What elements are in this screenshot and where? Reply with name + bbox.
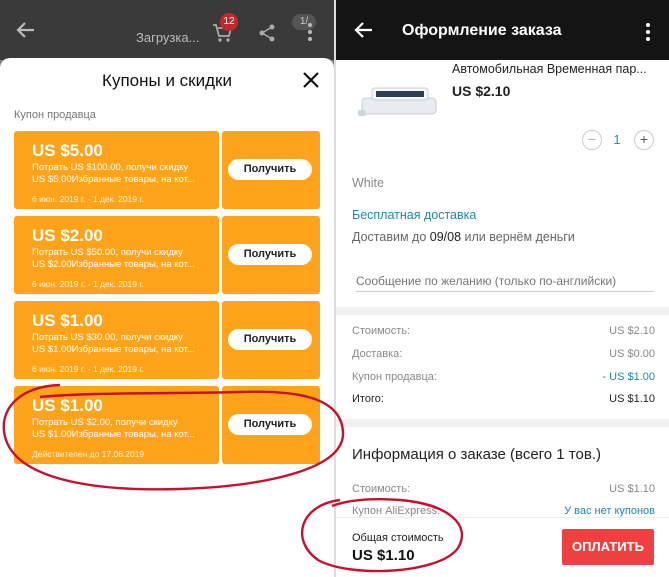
quantity-increase-button[interactable]: + <box>634 130 654 150</box>
pay-button[interactable]: ОПЛАТИТЬ <box>562 529 654 565</box>
delivery-label: Доставка: <box>352 348 403 360</box>
grand-total-value: US $1.10 <box>352 547 415 564</box>
coupon-card: US $1.00 Потрать US $30.00, получи скидк… <box>14 301 320 379</box>
more-vert-icon[interactable] <box>307 22 313 42</box>
coupon-info: US $5.00 Потрать US $100.00, получи скид… <box>14 131 219 209</box>
delivery-date: 09/08 <box>429 230 462 244</box>
product-price: US $2.10 <box>452 83 511 99</box>
coupon-dates: Действителен до 17.06.2019 <box>32 449 145 459</box>
coupon-line-2: US $5.00Избранные товары, на кот... <box>32 174 195 185</box>
more-vert-icon[interactable] <box>645 22 651 42</box>
quantity-value: 1 <box>613 132 621 147</box>
coupon-action: Получить <box>222 301 320 379</box>
section-label: Купон продавца <box>14 109 96 121</box>
get-coupon-button[interactable]: Получить <box>228 329 312 350</box>
delivery-suffix: или вернём деньги <box>461 230 575 244</box>
page-title: Оформление заказа <box>402 22 562 39</box>
product-image <box>356 82 440 122</box>
coupon-info: US $2.00 Потрать US $50.00, получи скидк… <box>14 216 219 294</box>
coupon-action: Получить <box>222 386 320 464</box>
checkout-screen: Оформление заказа Автомобильная Временна… <box>334 0 669 577</box>
coupon-line-1: Потрать US $30.00, получи скидку <box>32 332 183 343</box>
coupon-description: Потрать US $50.00, получи скидку US $2.0… <box>32 247 214 271</box>
aliexpress-coupon-label: Купон AliExpress: <box>352 505 441 517</box>
checkout-topbar: Оформление заказа <box>336 0 669 60</box>
coupon-card: US $2.00 Потрать US $50.00, получи скидк… <box>14 216 320 294</box>
screen: Загрузка... 12 1/ Купоны и скидки Купон … <box>0 0 669 577</box>
subtotal-value: US $1.10 <box>609 393 655 405</box>
coupon-dates: 6 июн. 2019 г. - 1 дек. 2019 г. <box>32 194 144 204</box>
product-name[interactable]: Автомобильная Временная пар... <box>452 62 664 76</box>
coupon-line-2: US $2.00Избранные товары, на кот... <box>32 259 195 270</box>
get-coupon-button[interactable]: Получить <box>228 159 312 180</box>
cost-value: US $2.10 <box>609 325 655 337</box>
checkout-footer: Общая стоимость US $1.10 ОПЛАТИТЬ <box>336 517 669 577</box>
coupon-description: Потрать US $2.00, получи скидку US $1.00… <box>32 417 214 441</box>
coupon-line-1: Потрать US $2.00, получи скидку <box>32 417 178 428</box>
coupon-action: Получить <box>222 216 320 294</box>
divider <box>336 419 669 427</box>
order-cost-label: Стоимость: <box>352 483 411 495</box>
coupon-line-1: Потрать US $100.00, получи скидку <box>32 162 189 173</box>
order-info-title: Информация о заказе (всего 1 тов.) <box>352 446 601 463</box>
coupon-dates: 6 июн. 2019 г. - 1 дек. 2019 г. <box>32 364 144 374</box>
coupon-info: US $1.00 Потрать US $30.00, получи скидк… <box>14 301 219 379</box>
coupon-description: Потрать US $100.00, получи скидку US $5.… <box>32 162 214 186</box>
coupon-action: Получить <box>222 131 320 209</box>
sheet-title: Купоны и скидки <box>102 71 232 90</box>
coupon-description: Потрать US $30.00, получи скидку US $1.0… <box>32 332 214 356</box>
coupon-info: US $1.00 Потрать US $2.00, получи скидку… <box>14 386 219 464</box>
cart-count-badge: 12 <box>220 13 238 31</box>
coupon-line-2: US $1.00Избранные товары, на кот... <box>32 344 195 355</box>
coupons-sheet: Купоны и скидки Купон продавца US $5.00 … <box>0 58 334 577</box>
product-variant: White <box>352 176 384 190</box>
delivery-value: US $0.00 <box>609 348 655 360</box>
get-coupon-button[interactable]: Получить <box>228 414 312 435</box>
aliexpress-coupon-value[interactable]: У вас нет купонов <box>564 505 655 517</box>
seller-coupon-label: Купон продавца: <box>352 371 437 383</box>
seller-coupon-value[interactable]: - US $1.00 <box>602 371 655 383</box>
product-topbar: Загрузка... 12 1/ <box>0 0 334 60</box>
close-icon[interactable] <box>300 69 322 91</box>
coupon-amount: US $1.00 <box>32 311 103 330</box>
coupon-amount: US $5.00 <box>32 141 103 160</box>
seller-message-input[interactable] <box>356 270 654 292</box>
coupon-card: US $1.00 Потрать US $2.00, получи скидку… <box>14 386 320 464</box>
order-cost-value: US $1.10 <box>609 483 655 495</box>
get-coupon-button[interactable]: Получить <box>228 244 312 265</box>
coupon-dates: 6 июн. 2019 г. - 1 дек. 2019 г. <box>32 279 144 289</box>
coupon-amount: US $1.00 <box>32 396 103 415</box>
subtotal-label: Итого: <box>352 393 384 405</box>
grand-total-label: Общая стоимость <box>352 532 444 544</box>
back-arrow-icon[interactable] <box>14 18 38 42</box>
coupon-card: US $5.00 Потрать US $100.00, получи скид… <box>14 131 320 209</box>
coupon-line-1: Потрать US $50.00, получи скидку <box>32 247 183 258</box>
share-icon[interactable] <box>258 24 276 42</box>
divider <box>336 307 669 315</box>
coupons-screen: Загрузка... 12 1/ Купоны и скидки Купон … <box>0 0 334 577</box>
coupon-amount: US $2.00 <box>32 226 103 245</box>
coupon-line-2: US $1.00Избранные товары, на кот... <box>32 429 195 440</box>
delivery-prefix: Доставим до <box>352 230 430 244</box>
cost-label: Стоимость: <box>352 325 411 337</box>
shipping-method-link[interactable]: Бесплатная доставка <box>352 208 476 222</box>
delivery-estimate: Доставим до 09/08 или вернём деньги <box>352 230 575 244</box>
topbar-title: Загрузка... <box>136 30 200 45</box>
back-arrow-icon[interactable] <box>354 20 374 40</box>
quantity-decrease-button[interactable]: − <box>582 130 602 150</box>
